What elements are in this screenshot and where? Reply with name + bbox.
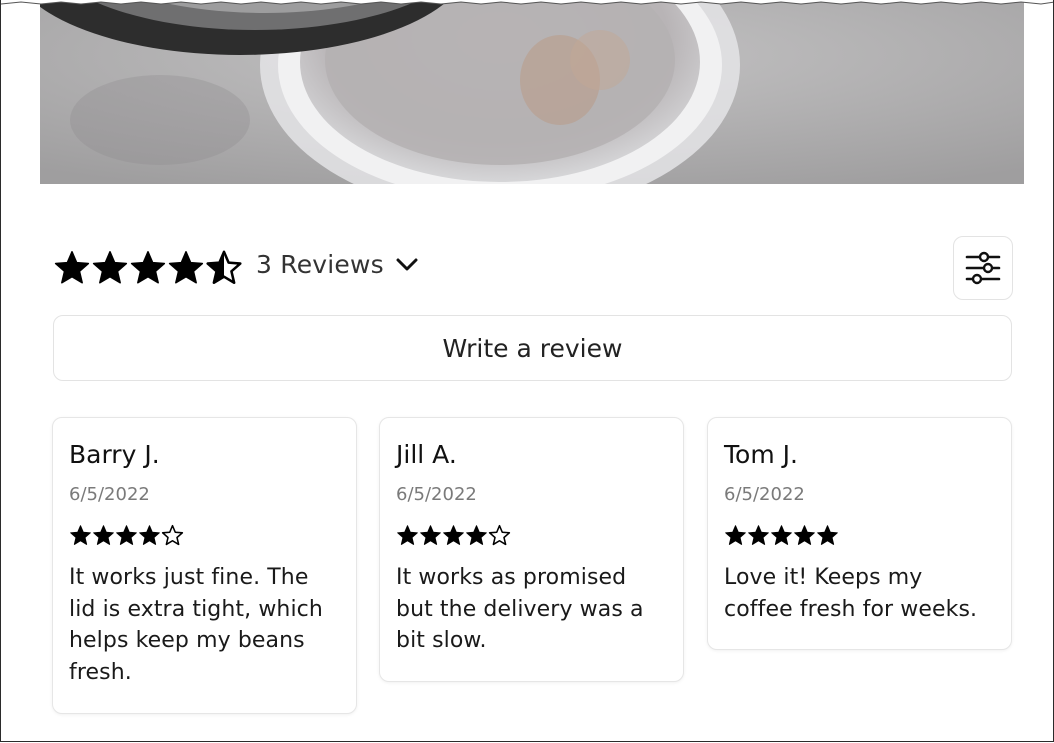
review-text: It works as promised but the delivery wa… [396,565,644,653]
star-filled-icon [130,251,166,284]
star-filled-icon [725,525,746,545]
review-rating-stars [396,524,667,548]
reviewer-name: Barry J. [69,440,160,469]
rating-summary: 3 Reviews [53,236,1013,300]
star-half-icon [206,250,242,284]
star-filled-icon [748,525,769,545]
star-filled-icon [93,525,114,545]
star-filled-icon [139,525,160,545]
star-filled-icon [92,251,128,284]
star-filled-icon [420,525,441,545]
review-date: 6/5/2022 [724,484,805,505]
star-empty-icon [488,524,511,546]
reviewer-name: Tom J. [724,440,798,469]
star-filled-icon [466,525,487,545]
average-rating-stars [53,249,243,287]
chevron-down-icon [396,258,418,270]
sliders-icon [965,251,1001,285]
write-review-button[interactable]: Write a review [53,315,1012,381]
star-filled-icon [817,525,838,545]
star-filled-icon [771,525,792,545]
review-rating-stars [69,524,340,548]
review-card: Tom J. 6/5/2022 Love it! Keeps my coffee… [707,417,1012,650]
review-rating-stars [724,524,995,548]
review-card: Barry J. 6/5/2022 It works just fine. Th… [52,417,357,714]
star-filled-icon [794,525,815,545]
review-card: Jill A. 6/5/2022 It works as promised bu… [379,417,684,682]
review-text: It works just fine. The lid is extra tig… [69,565,323,685]
star-filled-icon [443,525,464,545]
reviews-count-toggle[interactable]: 3 Reviews [256,250,418,279]
review-date: 6/5/2022 [69,484,150,505]
star-filled-icon [397,525,418,545]
star-filled-icon [54,251,90,284]
star-filled-icon [116,525,137,545]
reviews-panel: 3 Reviews Write a review Barry J. 6/5/20… [0,0,1054,742]
filter-button[interactable] [953,236,1013,300]
torn-edge-decoration [1,0,1053,5]
review-text: Love it! Keeps my coffee fresh for weeks… [724,565,978,622]
review-date: 6/5/2022 [396,484,477,505]
reviewer-name: Jill A. [396,440,457,469]
reviews-count: 3 Reviews [256,250,384,279]
product-image [40,0,1024,184]
star-filled-icon [168,251,204,284]
star-empty-icon [161,524,184,546]
star-filled-icon [70,525,91,545]
